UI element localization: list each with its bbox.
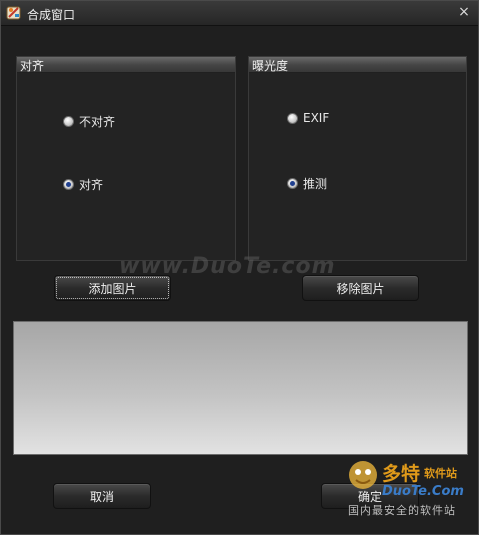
exposure-group-header: 曝光度 — [249, 57, 466, 73]
exposure-group-title: 曝光度 — [252, 59, 289, 73]
image-preview-area — [13, 321, 468, 455]
radio-align-indicator[interactable] — [63, 179, 74, 190]
radio-exif-indicator[interactable] — [287, 112, 298, 124]
add-image-button[interactable]: 添加图片 — [54, 275, 171, 301]
composite-window: 合成窗口 × 对齐 不对齐 对齐 曝光度 EXIF 推测 www.DuoTe.c… — [0, 0, 479, 535]
logo-slogan: 国内最安全的软件站 — [348, 504, 456, 517]
logo-brand: 多特 — [382, 463, 421, 485]
app-icon — [6, 6, 21, 20]
radio-no-align[interactable]: 不对齐 — [63, 113, 115, 130]
radio-estimate-indicator[interactable] — [287, 178, 298, 189]
logo-site: DuoTe.Com — [382, 484, 464, 499]
radio-estimate-label[interactable]: 推测 — [303, 175, 327, 192]
cancel-button[interactable]: 取消 — [53, 483, 151, 509]
radio-no-align-label[interactable]: 不对齐 — [79, 113, 115, 130]
radio-exif-label[interactable]: EXIF — [303, 111, 329, 125]
radio-estimate[interactable]: 推测 — [287, 175, 327, 192]
logo-brand-sub: 软件站 — [424, 467, 457, 480]
align-group-header: 对齐 — [17, 57, 235, 73]
mascot-icon — [349, 461, 377, 489]
title-bar[interactable]: 合成窗口 × — [1, 1, 478, 26]
radio-align[interactable]: 对齐 — [63, 176, 103, 193]
exposure-group: 曝光度 EXIF 推测 — [248, 56, 467, 261]
close-icon[interactable]: × — [456, 4, 472, 20]
radio-align-label[interactable]: 对齐 — [79, 176, 103, 193]
align-group-title: 对齐 — [20, 59, 45, 73]
align-group: 对齐 不对齐 对齐 — [16, 56, 236, 261]
radio-exif[interactable]: EXIF — [287, 111, 329, 125]
radio-no-align-indicator[interactable] — [63, 116, 74, 127]
remove-image-button[interactable]: 移除图片 — [302, 275, 419, 301]
window-title: 合成窗口 — [27, 8, 76, 22]
duote-logo: 多特 软件站 DuoTe.Com 国内最安全的软件站 — [344, 456, 476, 518]
